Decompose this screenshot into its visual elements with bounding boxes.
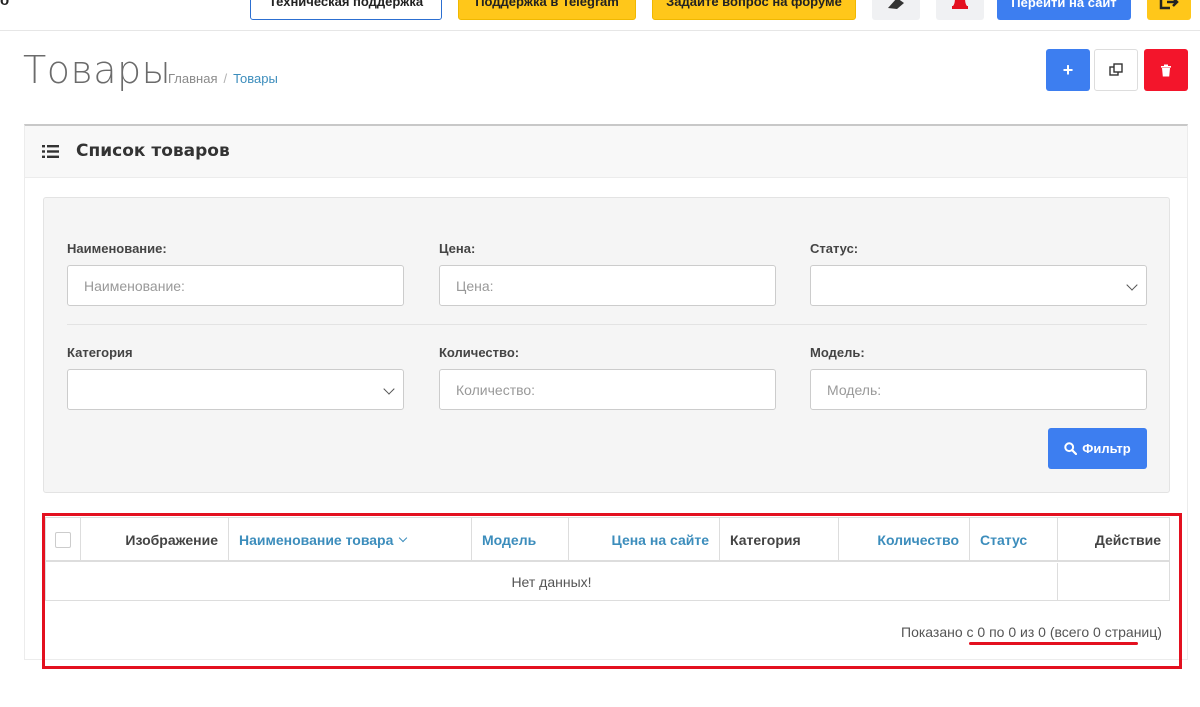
category-filter-select[interactable]	[67, 369, 404, 410]
column-action: Действие	[1094, 531, 1161, 548]
status-filter-select[interactable]	[810, 265, 1147, 306]
delete-product-button[interactable]	[1144, 49, 1188, 91]
model-filter-placeholder: Модель:	[827, 381, 882, 398]
telegram-support-button[interactable]: Поддержка в Telegram	[458, 0, 636, 20]
price-filter-label: Цена:	[439, 241, 476, 256]
bell-icon	[952, 0, 968, 9]
column-image: Изображение	[81, 518, 229, 561]
add-product-button[interactable]: +	[1046, 49, 1090, 91]
column-price-sort[interactable]: Цена на сайте	[569, 518, 720, 561]
tech-support-button[interactable]: Техническая поддержка	[250, 0, 442, 20]
goto-site-label: Перейти на сайт	[1011, 0, 1117, 10]
copy-icon	[1109, 63, 1123, 76]
search-icon	[1064, 442, 1078, 455]
exit-icon	[1159, 0, 1179, 10]
column-status-sort[interactable]: Статус	[970, 518, 1058, 561]
breadcrumb-home[interactable]: Главная	[168, 71, 217, 86]
product-list-card: Список товаров Наименование: Наименовани…	[24, 124, 1188, 660]
plus-icon: +	[1062, 59, 1074, 80]
name-filter-input[interactable]: Наименование:	[67, 265, 404, 306]
price-filter-input[interactable]: Цена:	[439, 265, 776, 306]
top-header: о Техническая поддержка Поддержка в Tele…	[0, 0, 1200, 31]
model-filter-input[interactable]: Модель:	[810, 369, 1147, 410]
name-filter-placeholder: Наименование:	[84, 277, 185, 294]
telegram-support-label: Поддержка в Telegram	[475, 0, 619, 9]
chevron-down-icon	[1126, 279, 1138, 291]
forum-question-label: Задайте вопрос на форуме	[666, 0, 842, 9]
goto-site-button[interactable]: Перейти на сайт	[997, 0, 1131, 20]
card-title: Список товаров	[76, 141, 230, 161]
column-quantity-sort[interactable]: Количество	[839, 518, 970, 561]
empty-table-message: Нет данных!	[46, 563, 1058, 601]
highlight-underline	[969, 642, 1138, 645]
filter-divider	[67, 324, 1147, 325]
page-title: Товары	[23, 48, 172, 92]
column-name-sort[interactable]: Наименование товара	[229, 518, 472, 561]
logout-button[interactable]	[1147, 0, 1191, 20]
products-table: Изображение Наименование товара Модель Ц…	[45, 517, 1170, 601]
card-header: Список товаров	[25, 126, 1187, 178]
user-menu-label[interactable]: о	[0, 0, 9, 9]
category-filter-label: Категория	[67, 345, 133, 360]
clear-cache-button[interactable]	[872, 0, 920, 20]
filter-panel: Наименование: Наименование: Цена: Цена: …	[43, 197, 1170, 493]
eraser-icon	[888, 0, 904, 9]
column-name-label: Наименование товара	[239, 531, 394, 548]
name-filter-label: Наименование:	[67, 241, 167, 256]
notifications-button[interactable]	[936, 0, 984, 20]
breadcrumb-separator: /	[223, 71, 228, 86]
tech-support-label: Техническая поддержка	[268, 0, 424, 9]
column-category: Категория	[720, 518, 839, 561]
breadcrumb-current[interactable]: Товары	[233, 71, 278, 86]
select-all-checkbox[interactable]	[55, 531, 71, 548]
quantity-filter-input[interactable]: Количество:	[439, 369, 776, 410]
pagination-summary: Показано с 0 по 0 из 0 (всего 0 страниц)	[901, 624, 1162, 640]
filter-button[interactable]: Фильтр	[1048, 428, 1147, 469]
price-filter-placeholder: Цена:	[456, 277, 494, 294]
chevron-down-icon	[383, 383, 395, 395]
forum-question-button[interactable]: Задайте вопрос на форуме	[652, 0, 856, 20]
select-all-cell	[46, 518, 81, 561]
breadcrumb: Главная / Товары	[168, 71, 278, 86]
list-icon	[42, 145, 59, 158]
status-filter-label: Статус:	[810, 241, 859, 256]
table-header: Изображение Наименование товара Модель Ц…	[46, 518, 1169, 562]
model-filter-label: Модель:	[810, 345, 865, 360]
column-model-sort[interactable]: Модель	[472, 518, 569, 561]
quantity-filter-label: Количество:	[439, 345, 520, 360]
chevron-down-icon	[399, 533, 408, 543]
filter-button-label: Фильтр	[1082, 441, 1131, 456]
quantity-filter-placeholder: Количество:	[456, 381, 536, 398]
trash-icon	[1161, 64, 1171, 76]
copy-product-button[interactable]	[1094, 49, 1138, 91]
